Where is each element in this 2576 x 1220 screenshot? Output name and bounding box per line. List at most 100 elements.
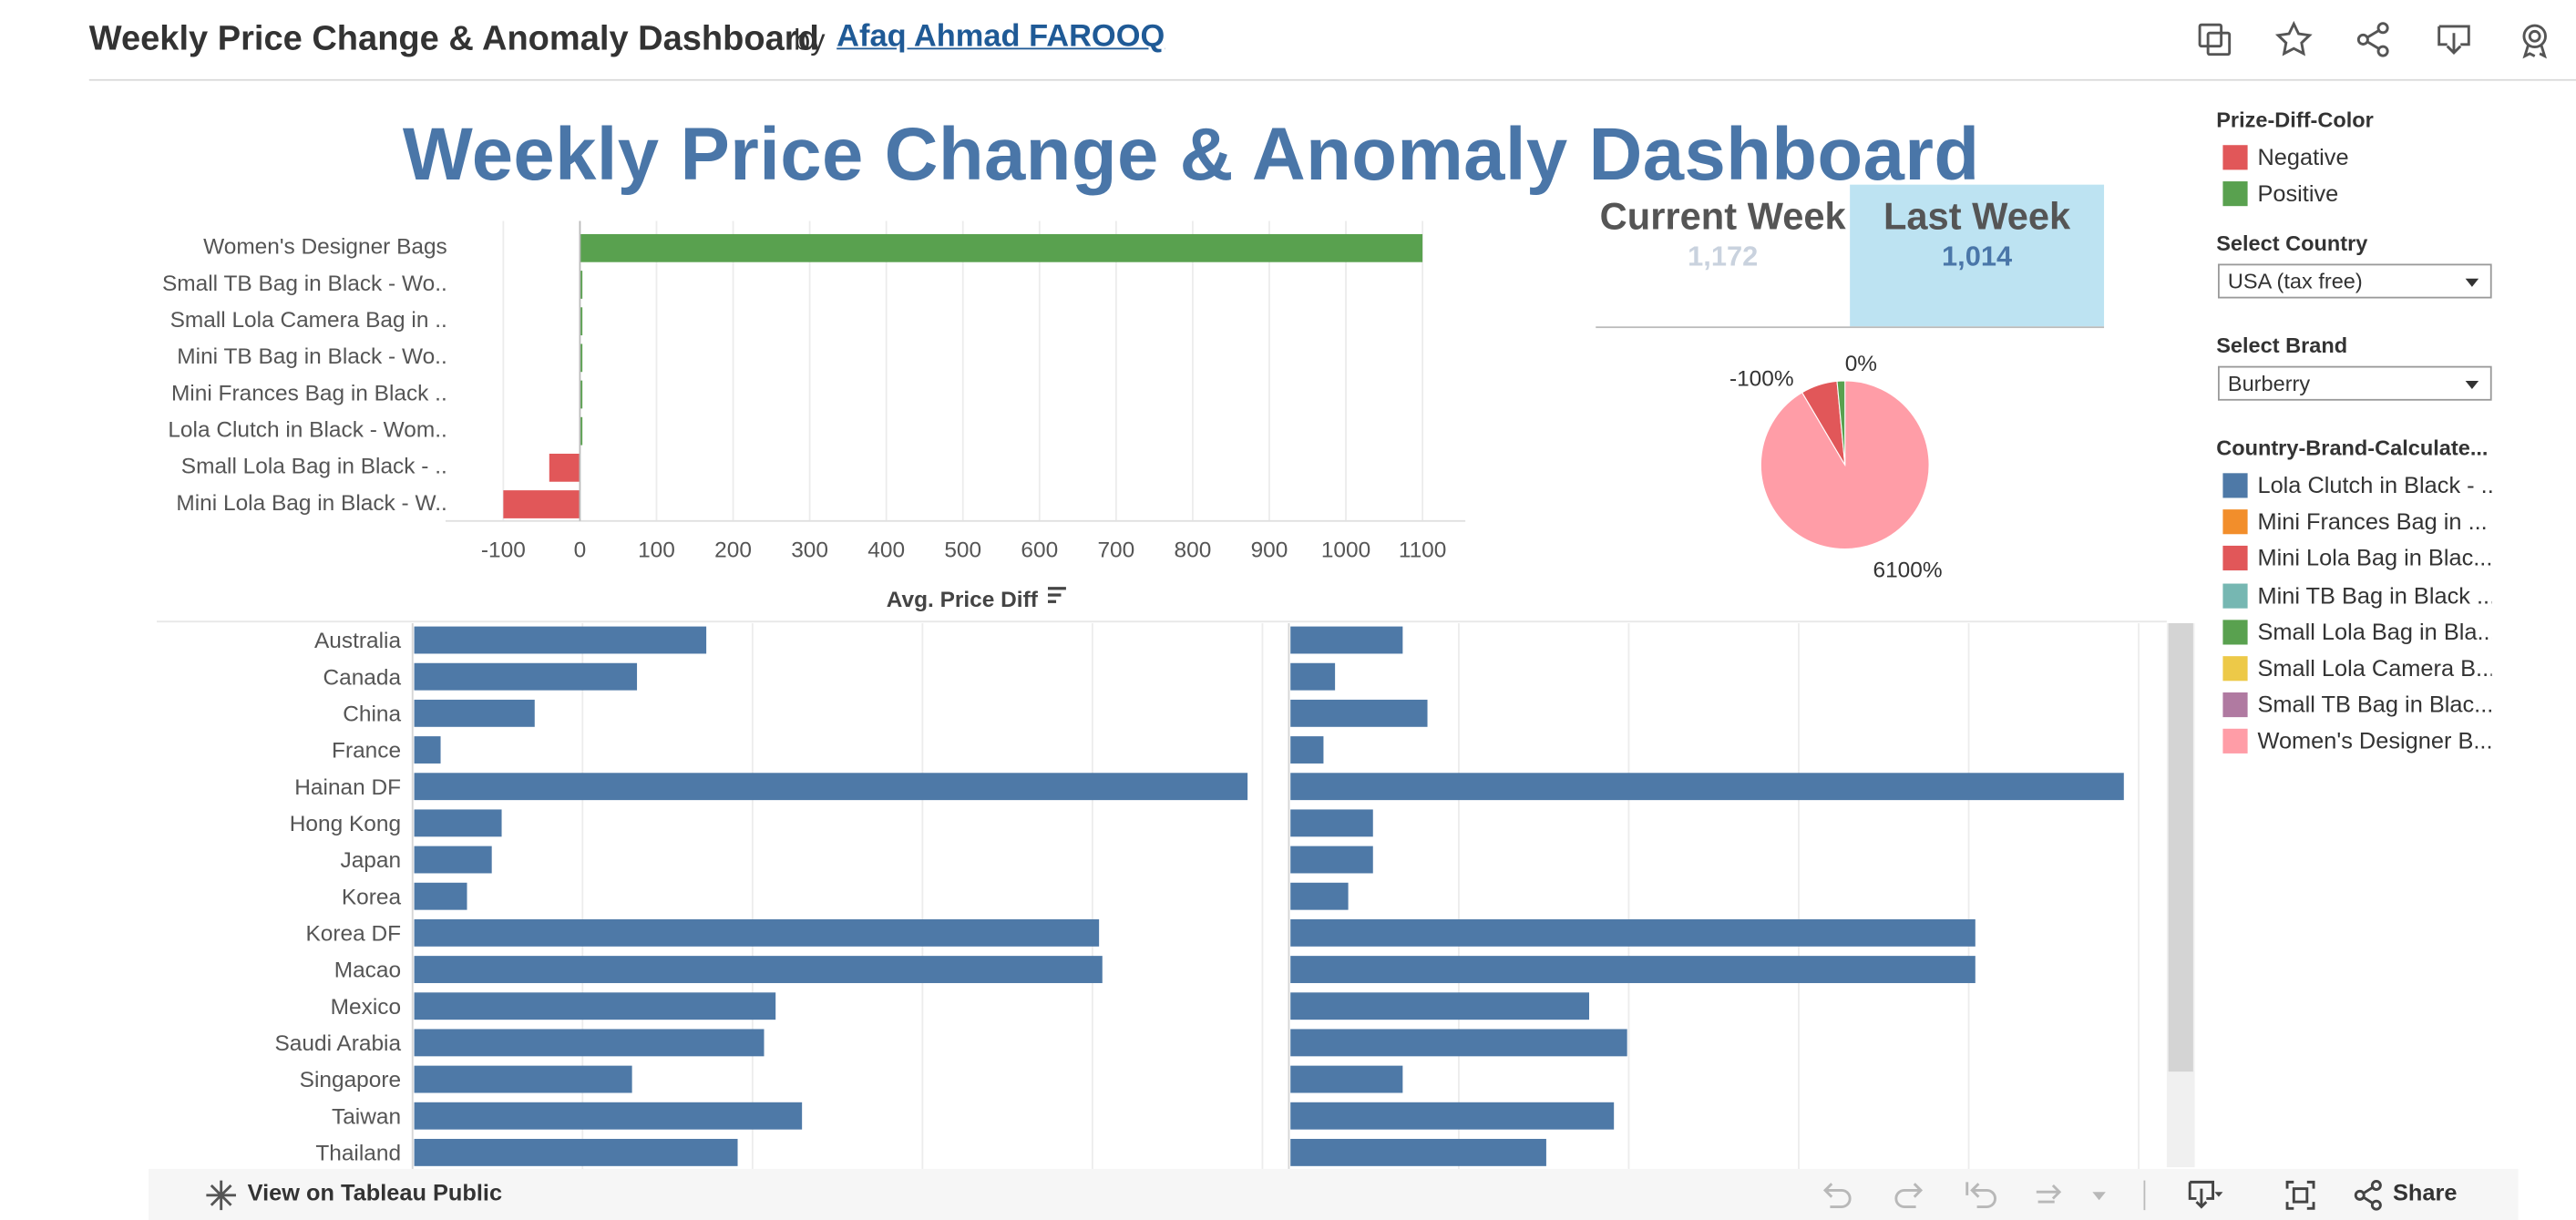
bar[interactable] (1290, 956, 1976, 983)
star-icon[interactable] (2274, 20, 2314, 59)
bar[interactable] (414, 1102, 803, 1130)
bar[interactable] (1290, 662, 1336, 691)
pie-slice-label: -100% (1729, 366, 1794, 391)
bar[interactable] (414, 882, 467, 910)
bar[interactable] (414, 956, 1103, 983)
tableau-logo-icon[interactable] (203, 1177, 240, 1214)
badge-icon[interactable] (2515, 20, 2554, 59)
kpi-last-week[interactable]: Last Week 1,014 (1850, 184, 2105, 327)
legend-label: Small Lola Camera B... (2257, 654, 2492, 682)
bar[interactable] (414, 809, 502, 837)
scrollbar-thumb[interactable] (2168, 622, 2193, 1072)
author-link[interactable]: Afaq Ahmad FAROOQ (836, 20, 1165, 56)
bar[interactable] (549, 453, 580, 482)
legend-label: Small TB Bag in Blac... (2257, 691, 2492, 718)
fullscreen-icon[interactable] (2283, 1177, 2319, 1214)
brand-filter-dropdown[interactable]: Burberry (2218, 365, 2492, 401)
toolbar-divider (2143, 1180, 2146, 1211)
bar[interactable] (1290, 1065, 1403, 1093)
bar[interactable] (414, 846, 492, 874)
share-icon[interactable] (2354, 20, 2393, 59)
x-tick-label: 100 (638, 538, 675, 563)
bar[interactable] (1290, 736, 1324, 764)
download-menu-icon[interactable] (2187, 1177, 2223, 1214)
y-category-label: Mexico (331, 995, 401, 1020)
country-filter-value: USA (tax free) (2227, 268, 2363, 294)
bar[interactable] (1290, 1138, 1546, 1166)
y-category-label: Hong Kong (290, 812, 401, 836)
copy-icon[interactable] (2195, 20, 2234, 59)
country-filter-title: Select Country (2216, 231, 2368, 256)
bar[interactable] (414, 1065, 632, 1093)
dashboard-app: Weekly Price Change & Anomaly Dashboard … (0, 0, 2576, 1220)
bar[interactable] (414, 626, 707, 654)
legend-swatch (2222, 619, 2248, 645)
y-category-label: Saudi Arabia (275, 1031, 402, 1056)
bar[interactable] (1290, 699, 1428, 727)
bar[interactable] (1290, 1102, 1615, 1130)
bar[interactable] (1290, 809, 1373, 837)
download-icon[interactable] (2434, 20, 2473, 59)
y-category-label: Korea (342, 885, 402, 909)
y-category-label: China (343, 702, 401, 726)
bar[interactable] (1290, 918, 1976, 947)
bar[interactable] (414, 773, 1248, 801)
legend-label: Mini Lola Bag in Blac... (2257, 544, 2492, 571)
legend-swatch (2222, 181, 2248, 207)
y-category-label: Macao (334, 959, 401, 983)
y-category-label: Australia (314, 629, 401, 653)
legend-swatch (2222, 692, 2248, 718)
country-bar-chart: Australia Canada China France Hainan DF Hong … (157, 620, 2167, 1171)
bar[interactable] (1290, 773, 2124, 801)
legend-swatch (2222, 473, 2248, 498)
bar[interactable] (414, 1029, 765, 1057)
kpi-divider (1596, 326, 2105, 329)
country-filter-dropdown[interactable]: USA (tax free) (2218, 263, 2492, 299)
bar[interactable] (1290, 882, 1349, 910)
revert-icon[interactable] (1962, 1177, 1998, 1214)
chevron-down-icon (2465, 278, 2479, 287)
share-button[interactable]: Share (2393, 1179, 2457, 1212)
kpi-current-week[interactable]: Current Week 1,172 (1596, 185, 1850, 327)
workbook-title: Weekly Price Change & Anomaly Dashboard (88, 19, 819, 58)
x-tick-label: 300 (791, 538, 828, 563)
pause-dropdown-icon[interactable] (2081, 1177, 2118, 1214)
bar[interactable] (580, 233, 1423, 262)
pie-slice-label: 6100% (1873, 558, 1943, 582)
y-category-label: Mini Lola Bag in Black - W.. (176, 491, 446, 516)
bar[interactable] (1290, 1029, 1627, 1057)
bar[interactable] (414, 918, 1100, 947)
by-label: by (794, 23, 826, 56)
legend-swatch (2222, 145, 2248, 170)
share-toolbar-icon[interactable] (2350, 1177, 2386, 1214)
bar[interactable] (414, 1138, 738, 1166)
view-on-tableau-public-link[interactable]: View on Tableau Public (248, 1179, 502, 1212)
bar[interactable] (414, 662, 638, 691)
legend-label: Lola Clutch in Black - ... (2257, 471, 2492, 498)
y-category-label: Thailand (315, 1142, 401, 1166)
bar[interactable] (503, 490, 580, 518)
bar[interactable] (1290, 626, 1403, 654)
y-category-label: Small Lola Bag in Black - .. (181, 455, 447, 479)
bar[interactable] (414, 699, 535, 727)
y-category-label: Mini TB Bag in Black - Wo.. (177, 344, 446, 369)
sort-icon[interactable] (1047, 587, 1066, 603)
x-tick-label: 200 (714, 538, 752, 563)
undo-icon[interactable] (1817, 1177, 1853, 1214)
x-tick-label: 700 (1097, 538, 1134, 563)
legend-label: Negative (2257, 143, 2349, 170)
bar[interactable] (1290, 846, 1373, 874)
cbc-legend-title: Country-Brand-Calculate... (2216, 435, 2489, 460)
x-tick-label: 0 (574, 538, 587, 563)
legend-label: Women's Designer B... (2257, 727, 2492, 754)
avg-price-diff-chart: -100 0 100 200 300 400 500 600 700 800 900 1000 1100… (162, 220, 1466, 612)
y-category-label: Canada (323, 665, 401, 690)
redo-icon[interactable] (1893, 1177, 1929, 1214)
refresh-icon[interactable] (2031, 1177, 2068, 1214)
bar[interactable] (414, 992, 776, 1020)
pie-chart: 6100% -100% 0% (1729, 352, 1943, 582)
bar[interactable] (1290, 992, 1590, 1020)
y-category-label: Lola Clutch in Black - Wom.. (168, 418, 446, 443)
prize-diff-legend-title: Prize-Diff-Color (2216, 107, 2374, 132)
bar[interactable] (414, 736, 441, 764)
